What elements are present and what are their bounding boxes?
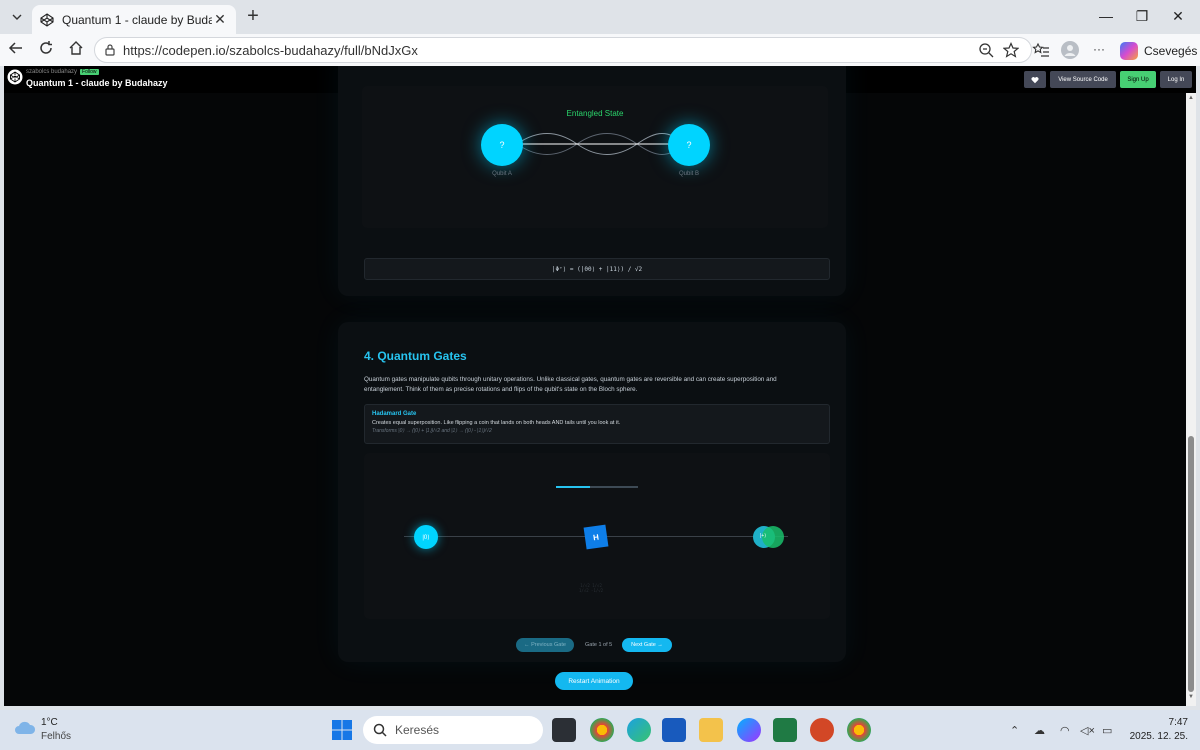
refresh-icon [40, 41, 52, 54]
tab-list-button[interactable] [6, 7, 28, 27]
favorite-star-icon[interactable] [1003, 42, 1019, 58]
sign-up-button[interactable]: Sign Up [1120, 71, 1156, 88]
quantum-gates-panel: 4. Quantum Gates Quantum gates manipulat… [338, 322, 846, 662]
chevron-down-icon [12, 14, 22, 20]
gate-matrix-row-2: 1/√2 -1/√2 [579, 588, 604, 593]
wifi-icon[interactable]: ◠ [1060, 724, 1070, 737]
chrome-icon[interactable] [847, 718, 871, 742]
weather-condition: Felhős [41, 731, 72, 742]
taskbar-search[interactable]: Keresés [363, 716, 543, 744]
excel-icon[interactable] [773, 718, 797, 742]
qubit-b-caption: Qubit B [678, 171, 699, 177]
taskbar-clock[interactable]: 7:47 2025. 12. 25. [1128, 716, 1188, 744]
entanglement-visualization: Entangled State ? ? Qubit A Qubit B [362, 86, 828, 228]
browser-tab[interactable]: Quantum 1 - claude by Budahazy ✕ [32, 5, 236, 34]
arrow-left-icon [8, 42, 22, 54]
more-options-icon[interactable]: ··· [1093, 42, 1105, 56]
gate-name: Hadamard Gate [372, 411, 417, 417]
battery-icon[interactable]: ▭ [1102, 724, 1112, 737]
gate-counter: Gate 1 of 5 [585, 642, 613, 648]
volume-muted-icon[interactable]: ◁× [1080, 724, 1095, 737]
zoom-icon[interactable] [978, 42, 994, 58]
word-icon[interactable] [662, 718, 686, 742]
output-state-label: |+⟩ [760, 533, 767, 539]
clock-date: 2025. 12. 25. [1129, 731, 1188, 742]
section-description: Quantum gates manipulate qubits through … [364, 376, 777, 393]
heart-icon [1031, 76, 1039, 83]
profile-avatar-icon[interactable] [1061, 41, 1079, 59]
tray-chevron-up-icon[interactable]: ⌃ [1010, 724, 1019, 737]
page-viewport: szabolcs budahazy Follow Quantum 1 - cla… [4, 66, 1196, 706]
scroll-thumb[interactable] [1188, 436, 1194, 692]
restart-animation-button[interactable]: Restart Animation [555, 672, 633, 690]
search-icon [373, 723, 387, 737]
codepen-logo-icon[interactable] [7, 69, 23, 85]
input-state: |0⟩ [414, 525, 438, 549]
next-gate-button[interactable]: Next Gate → [622, 638, 672, 652]
cloud-icon[interactable] [14, 719, 36, 735]
previous-gate-button[interactable]: ← Previous Gate [516, 638, 574, 652]
pen-title: Quantum 1 - claude by Budahazy [26, 78, 168, 88]
home-button[interactable] [66, 40, 86, 60]
tab-strip: Quantum 1 - claude by Budahazy ✕ + — ❐ ✕ [0, 0, 1200, 34]
hadamard-gate: H [583, 524, 609, 550]
qubit-b: ? [668, 124, 710, 166]
codepen-username: szabolcs budahazy [26, 69, 78, 75]
codepen-icon [40, 12, 54, 27]
file-explorer-icon[interactable] [699, 718, 723, 742]
copilot-icon [1120, 42, 1138, 60]
scroll-down-icon[interactable]: ▼ [1186, 694, 1196, 704]
windows-start-icon[interactable] [330, 718, 354, 742]
edge-icon[interactable] [627, 718, 651, 742]
close-window-button[interactable]: ✕ [1168, 8, 1188, 26]
gate-progress-fill [556, 486, 591, 488]
address-bar[interactable]: https://codepen.io/szabolcs-budahazy/ful… [94, 37, 1032, 63]
gate-circuit: |0⟩ H |+⟩ 1/√2 1/√2 1/√2 -1/√2 [364, 453, 830, 619]
task-view-icon[interactable] [552, 718, 576, 742]
qubit-a: ? [481, 124, 523, 166]
entangled-state-label: Entangled State [566, 109, 624, 118]
gate-progress-track [556, 486, 638, 488]
log-in-button[interactable]: Log In [1160, 71, 1192, 88]
gate-matrix: 1/√2 1/√2 1/√2 -1/√2 [579, 583, 603, 593]
heart-button[interactable] [1024, 71, 1046, 88]
cloud-sync-icon[interactable]: ☁ [1034, 724, 1045, 737]
gate-transform: Transforms |0⟩ → (|0⟩ + |1⟩)/√2 and |1⟩ … [372, 428, 492, 434]
url-text: https://codepen.io/szabolcs-budahazy/ful… [123, 42, 418, 58]
qubit-a-caption: Qubit A [492, 171, 512, 177]
powerpoint-icon[interactable] [810, 718, 834, 742]
home-icon [69, 41, 83, 55]
minimize-button[interactable]: — [1096, 8, 1116, 26]
messenger-icon[interactable] [737, 718, 761, 742]
back-button[interactable] [6, 40, 26, 60]
refresh-button[interactable] [36, 40, 56, 60]
page-scrollbar[interactable]: ▲ ▼ [1186, 93, 1196, 706]
copilot-button[interactable]: Csevegés [1120, 40, 1197, 62]
entanglement-panel: Entangled State ? ? Qubit A Qubit B |Φ⁺⟩… [338, 66, 846, 296]
restore-button[interactable]: ❐ [1132, 8, 1152, 26]
favorites-icon[interactable] [1032, 41, 1050, 59]
chrome-profile-icon[interactable] [590, 718, 614, 742]
search-placeholder: Keresés [395, 723, 440, 737]
codepen-user[interactable]: szabolcs budahazy Follow [26, 69, 99, 75]
tab-title: Quantum 1 - claude by Budahazy [62, 12, 212, 27]
lock-icon [105, 44, 115, 56]
view-source-button[interactable]: View Source Code [1050, 71, 1116, 88]
close-tab-icon[interactable]: ✕ [212, 11, 228, 28]
copilot-label: Csevegés [1144, 44, 1198, 58]
gate-description: Creates equal superposition. Like flippi… [372, 420, 621, 426]
weather-temperature: 1°C [41, 717, 58, 728]
follow-badge[interactable]: Follow [80, 69, 99, 75]
entanglement-wave [517, 133, 687, 155]
bell-state-formula: |Φ⁺⟩ = (|00⟩ + |11⟩) / √2 [364, 258, 830, 280]
new-tab-button[interactable]: + [242, 6, 264, 28]
clock-time: 7:47 [1168, 717, 1188, 728]
browser-toolbar: https://codepen.io/szabolcs-budahazy/ful… [0, 34, 1200, 66]
windows-taskbar: 1°C Felhős Keresés ⌃ ☁ ◠ ◁× ▭ 7:47 2025.… [0, 710, 1200, 750]
scroll-up-icon[interactable]: ▲ [1186, 95, 1196, 105]
gate-info-box: Hadamard Gate Creates equal superpositio… [364, 404, 830, 444]
section-title: 4. Quantum Gates [364, 349, 467, 363]
